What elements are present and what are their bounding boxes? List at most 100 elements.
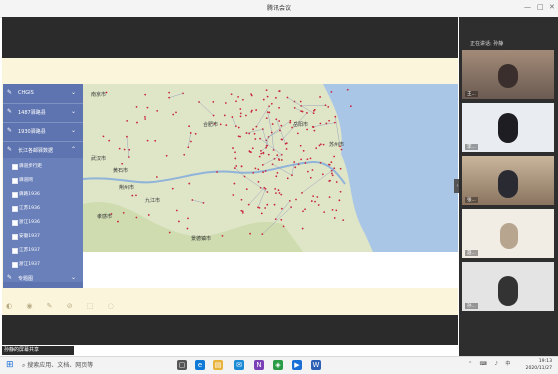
station-dot — [237, 95, 239, 98]
maximize-icon[interactable]: □ — [537, 3, 544, 12]
layer-checkbox-row[interactable]: 安徽1937 — [3, 230, 83, 244]
station-dot — [340, 148, 343, 151]
station-dot — [234, 151, 236, 154]
station-dot — [232, 194, 235, 196]
station-dot — [168, 231, 171, 234]
video-tile[interactable]: 李... — [462, 103, 554, 152]
station-dot — [248, 150, 251, 153]
station-dot — [245, 188, 248, 191]
station-dot — [122, 211, 125, 214]
station-dot — [154, 139, 157, 142]
video-tile[interactable]: 王... — [462, 50, 554, 99]
checkbox[interactable] — [12, 206, 18, 212]
taskbar-search[interactable]: ⌕ 搜索应用、文档、网页等 — [22, 360, 170, 371]
checkbox[interactable] — [12, 234, 18, 240]
slide-toolbar[interactable]: ◐ ◉ ✎ ⊘ ⬚ ◌ — [6, 302, 120, 310]
layer-checkbox-row[interactable]: 驿道网 — [3, 174, 83, 188]
close-icon[interactable]: ✕ — [549, 3, 555, 12]
meeting-icon[interactable]: ▶ — [292, 360, 302, 370]
mail-icon[interactable]: ✉ — [234, 360, 244, 370]
onenote-icon[interactable]: N — [254, 360, 264, 370]
station-dot — [175, 111, 177, 114]
station-dot — [257, 206, 259, 209]
word-icon[interactable]: W — [311, 360, 321, 370]
video-tile[interactable]: 张... — [462, 156, 554, 205]
station-dot — [294, 166, 297, 169]
sidebar-item-label: 专题图 — [18, 276, 34, 282]
station-dot — [224, 102, 227, 104]
clock[interactable]: 19:13 2020/11/27 — [526, 358, 552, 372]
checkbox[interactable] — [12, 220, 18, 226]
chevron-down-icon[interactable]: ⌄ — [71, 89, 76, 96]
station-dot — [333, 167, 336, 170]
station-dot — [311, 125, 314, 128]
station-dot — [155, 176, 158, 178]
checkbox[interactable] — [12, 164, 18, 170]
station-dot — [276, 154, 279, 157]
screen-share-label: 孙静的屏幕共享 — [2, 346, 74, 355]
station-dot — [188, 182, 191, 185]
sidebar-item-1487[interactable]: ✎ 1487驿路县 ⌄ — [3, 103, 83, 123]
station-dot — [285, 148, 288, 150]
station-dot — [275, 96, 277, 99]
station-dot — [223, 114, 226, 117]
station-dot — [319, 122, 322, 125]
station-dot — [262, 152, 265, 155]
station-dot — [183, 153, 186, 156]
map-canvas[interactable]: 南京市 武汉市 合肥市 苏州市 黄石市 九江市 景德镇市 孝感市 荆州市 岳阳市 — [83, 84, 458, 252]
task-view-icon[interactable]: ▢ — [177, 360, 187, 370]
station-dot — [237, 126, 240, 129]
station-dot — [280, 138, 283, 141]
station-dot — [239, 112, 242, 115]
station-dot — [331, 208, 334, 211]
system-tray-icons[interactable]: ⌃ ⌨ ♪ 中 — [468, 360, 513, 367]
video-tile[interactable]: 聂... — [462, 209, 554, 258]
station-dot — [276, 172, 279, 174]
station-dot — [188, 125, 191, 128]
station-dot — [264, 170, 267, 172]
station-dot — [312, 195, 315, 198]
chevron-down-icon[interactable]: ⌄ — [71, 274, 76, 281]
layer-checkbox-row[interactable]: 江苏1937 — [3, 244, 83, 258]
checkbox[interactable] — [12, 178, 18, 184]
station-dot — [318, 144, 321, 147]
checkbox[interactable] — [12, 262, 18, 268]
station-dot — [278, 90, 281, 93]
chevron-down-icon[interactable]: ⌄ — [71, 127, 76, 134]
chevron-down-icon[interactable]: ⌄ — [71, 108, 76, 115]
station-dot — [266, 203, 269, 206]
layer-checkbox-row[interactable]: 浙江1936 — [3, 216, 83, 230]
station-dot — [299, 100, 302, 103]
windows-start-icon[interactable]: ⊞ — [6, 360, 14, 370]
station-dot — [190, 140, 192, 143]
video-tile[interactable]: 孙... — [462, 262, 554, 311]
station-dot — [285, 142, 288, 145]
station-dot — [117, 220, 119, 223]
station-dot — [260, 152, 263, 155]
edit-icon: ✎ — [7, 146, 13, 153]
station-dot — [189, 132, 192, 134]
station-dot — [309, 157, 312, 160]
station-dot — [194, 132, 197, 135]
checkbox[interactable] — [12, 248, 18, 254]
station-dot — [168, 96, 171, 99]
checkbox[interactable] — [12, 192, 18, 198]
station-dot — [327, 105, 330, 108]
avatar — [498, 276, 518, 306]
station-dot — [251, 147, 254, 150]
sidebar-item-chgis[interactable]: ✎ CHGIS ⌄ — [3, 84, 83, 104]
sidebar-item-thematic[interactable]: ✎ 专题图 ⌄ — [3, 269, 83, 288]
station-dot — [311, 169, 314, 171]
edge-icon[interactable]: e — [195, 360, 205, 370]
route-map[interactable]: 南京市 武汉市 合肥市 苏州市 黄石市 九江市 景德镇市 孝感市 荆州市 岳阳市 — [83, 84, 458, 252]
minimize-icon[interactable]: — — [524, 3, 531, 12]
layer-checkbox-row[interactable]: 驿路1936 — [3, 188, 83, 202]
sidebar-item-1930[interactable]: ✎ 1930驿路县 ⌄ — [3, 122, 83, 142]
layer-checkbox-row[interactable]: 驿道步行距 — [3, 160, 83, 174]
chevron-up-icon[interactable]: ⌃ — [71, 146, 76, 153]
app-icon[interactable]: ◈ — [273, 360, 283, 370]
layer-checkbox-row[interactable]: 江苏1936 — [3, 202, 83, 216]
folder-icon[interactable]: ▤ — [213, 360, 223, 370]
station-dot — [135, 106, 138, 108]
station-dot — [219, 123, 222, 126]
